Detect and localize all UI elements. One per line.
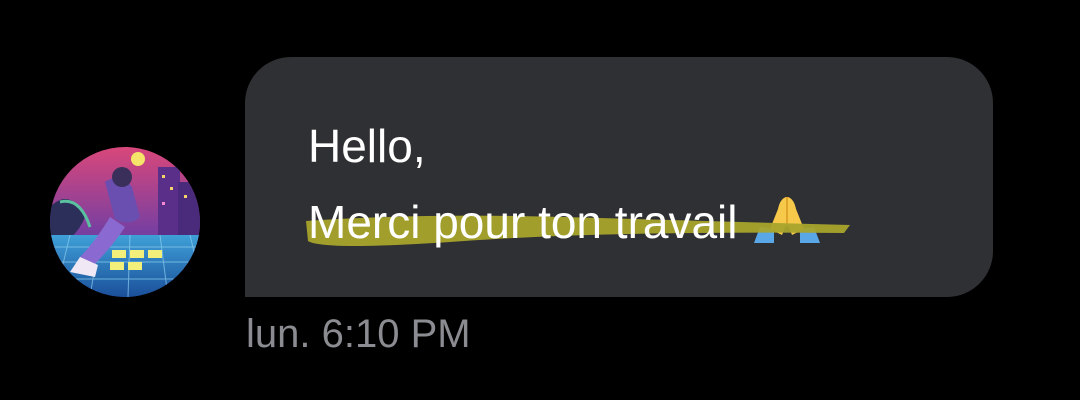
chat-view: Hello, Merci pour ton travail lun. 6:10 … xyxy=(0,0,1080,400)
avatar[interactable] xyxy=(50,147,200,297)
highlighted-text: Merci pour ton travail xyxy=(306,196,850,248)
message-line-thanks: Merci pour ton travail xyxy=(306,196,850,251)
message-timestamp: lun. 6:10 PM xyxy=(246,312,471,356)
message-bubble[interactable]: Hello, Merci pour ton travail xyxy=(245,57,993,297)
avatar-illustration-icon xyxy=(50,147,200,297)
message-line-greeting: Hello, xyxy=(308,120,426,172)
thanks-text: Merci pour ton travail xyxy=(308,196,738,248)
